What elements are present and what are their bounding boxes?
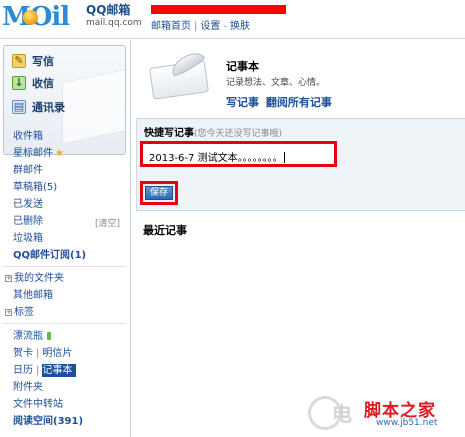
note-input[interactable]: 2013-6-7 测试文本。。。。。。。。 [140,141,337,167]
logo-ball-icon [23,10,38,25]
folder-starred-label: 星标邮件 [13,148,53,159]
separator: - [223,21,227,32]
app-drift-bottle-label: 漂流瓶 [13,331,43,342]
folder-drafts-label: 草稿箱 [13,182,43,193]
star-icon: ★ [55,148,64,159]
folder-subscription[interactable]: QQ邮件订阅(1) [13,249,86,262]
brand-name: QQ邮箱 [86,3,131,17]
group-my-folders-label: 我的文件夹 [14,273,64,284]
quick-note-title: 快捷写记事(您今天还没写记事哦) [144,124,282,139]
quick-note-panel: 快捷写记事(您今天还没写记事哦) 2013-6-7 测试文本。。。。。。。。 保… [136,118,465,211]
separator: | [194,21,198,32]
sidebar-divider [3,323,126,324]
brand: QQ邮箱 mail.qq.com [86,4,142,30]
folder-drafts[interactable]: 草稿箱(5) [13,181,57,194]
folder-trash[interactable]: 垃圾箱 [13,232,43,245]
receive-label: 收信 [32,77,54,90]
app-notebook[interactable]: 记事本 [42,365,72,376]
folder-starred[interactable]: 星标邮件 ★ [13,147,64,160]
compose-label: 写信 [32,55,54,68]
drafts-count: (5) [43,182,58,193]
watermark: 电 脚本之家 www.jb51.net [302,384,465,437]
pencil-icon: ✎ [12,54,26,68]
browse-notes-link[interactable]: 翻阅所有记事 [266,96,332,109]
app-reading-label: 阅读空间 [13,416,53,427]
app-reading-space[interactable]: 阅读空间(391) [13,415,83,428]
save-button[interactable]: 保存 [145,186,173,200]
inbox-icon: ↓ [12,76,26,90]
note-input-value: 2013-6-7 测试文本。。。。。。。。 [149,149,285,164]
separator: | [36,348,40,359]
app-calendar[interactable]: 日历 [13,365,33,376]
link-settings[interactable]: 设置 [200,21,220,32]
app-attachments[interactable]: 附件夹 [13,381,43,394]
app-calendar-row: 日历 | 记事本 [13,364,72,377]
link-change-skin[interactable]: 换肤 [230,21,250,32]
expand-icon[interactable]: + [5,275,12,282]
compose-button[interactable]: ✎ 写信 [12,52,54,70]
address-book-icon: ▤ [12,100,26,114]
other-mailboxes[interactable]: 其他邮箱 [13,289,53,302]
group-tags-label: 标签 [14,307,34,318]
note-input-text: 2013-6-7 测试文本。。。。。。。。 [149,153,283,164]
write-note-link[interactable]: 写记事 [226,96,259,109]
group-my-folders[interactable]: + 我的文件夹 [5,272,64,285]
envelope-decoration [62,65,125,145]
app-drift-bottle[interactable]: 漂流瓶 [13,330,51,343]
app-greeting-card[interactable]: 贺卡 [13,348,33,359]
clear-deleted-link[interactable]: [清空] [95,216,120,229]
header-divider [0,38,465,39]
receive-button[interactable]: ↓ 收信 [12,74,54,92]
notebook-links: 写记事 翻阅所有记事 [226,94,335,110]
folder-deleted[interactable]: 已删除 [13,215,43,228]
app-cards-row: 贺卡 | 明信片 [13,347,72,360]
quick-note-title-text: 快捷写记事 [144,128,194,139]
recent-notes-heading: 最近记事 [143,224,187,237]
folder-subscription-label: QQ邮件订阅 [13,250,71,261]
folder-group-mail[interactable]: 群邮件 [13,164,43,177]
notebook-illustration-icon [143,47,213,100]
text-caret [283,152,285,163]
folder-sent[interactable]: 已发送 [13,198,43,211]
redacted-account-bar [151,5,286,14]
expand-icon[interactable]: + [5,309,12,316]
contacts-label: 通讯录 [32,101,65,114]
reading-count: (391) [53,416,84,427]
page-title: 记事本 [226,60,259,73]
qq-mail-logo[interactable]: MOil [2,2,86,32]
separator: | [36,365,40,376]
subscription-count: (1) [70,250,87,261]
watermark-url: www.jb51.net [376,418,438,428]
quick-note-hint: (您今天还没写记事哦) [194,129,283,139]
sidebar-divider [3,266,126,267]
folder-inbox[interactable]: 收件箱 [13,130,43,143]
contacts-button[interactable]: ▤ 通讯录 [12,98,65,116]
sidebar: ✎ 写信 ↓ 收信 ▤ 通讯录 收件箱 星标邮件 ★ 群邮件 草稿箱(5) 已发送… [0,40,130,437]
app-postcard[interactable]: 明信片 [42,348,72,359]
top-links: 邮箱首页 | 设置 - 换肤 [151,17,250,32]
bottle-icon [47,332,51,340]
page-subtitle: 记录想法、文章、心情。 [226,78,326,88]
watermark-char: 电 [332,402,352,426]
app-file-transfer[interactable]: 文件中转站 [13,398,63,411]
link-mailbox-home[interactable]: 邮箱首页 [151,21,191,32]
brand-domain: mail.qq.com [86,18,142,28]
notebook-header: 记事本 记录想法、文章、心情。 写记事 翻阅所有记事 [131,40,465,117]
group-tags[interactable]: + 标签 [5,306,34,319]
